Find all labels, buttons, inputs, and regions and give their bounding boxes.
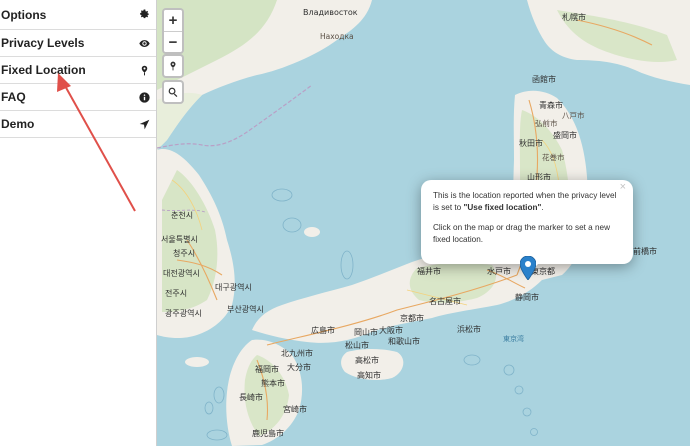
- map-label-city: 大阪市: [379, 326, 403, 335]
- map-label-city: Находка: [320, 32, 354, 41]
- map-label-city: 前橋市: [633, 247, 657, 256]
- eye-icon: [138, 37, 150, 49]
- map-label-city: 대구광역시: [215, 283, 252, 292]
- map-label-city: 大分市: [287, 363, 311, 372]
- menu-item-label: Privacy Levels: [1, 36, 85, 50]
- map-label-city: 대전광역시: [163, 269, 200, 278]
- map-label-city: 鹿児島市: [252, 429, 284, 438]
- map-label-city: 춘천시: [171, 211, 194, 220]
- menu-item-label: Options: [1, 7, 47, 22]
- map-label-city: 서울특별시: [161, 235, 198, 244]
- map-label-city: 青森市: [539, 101, 563, 110]
- map-view[interactable]: Владивосток Находка 札幌市 函館市 青森市 弘前市 八戸市 …: [157, 0, 690, 446]
- map-label-city: 八戸市: [562, 111, 585, 120]
- map-label-city: 광주광역시: [165, 309, 202, 318]
- zoom-in-button[interactable]: +: [164, 10, 182, 31]
- zoom-control: + −: [162, 8, 184, 54]
- menu-item-fixed-location[interactable]: Fixed Location: [0, 57, 156, 84]
- menu-item-label: Demo: [1, 117, 35, 131]
- map-label-city: 花巻市: [542, 153, 565, 162]
- map-label-city: 名古屋市: [429, 297, 461, 306]
- map-label-city: 熊本市: [261, 379, 285, 388]
- map-label-city: 函館市: [532, 75, 556, 84]
- menu-item-demo[interactable]: Demo: [0, 111, 156, 138]
- map-label-city: 岡山市: [354, 328, 378, 337]
- map-label-city: 浜松市: [457, 325, 481, 334]
- map-label-city: 北九州市: [281, 349, 313, 358]
- fixed-location-popup: × This is the location reported when the…: [421, 180, 633, 264]
- map-label-city: 和歌山市: [388, 337, 420, 346]
- search-button[interactable]: [162, 80, 184, 104]
- map-pin-icon: [170, 61, 176, 71]
- menu-item-options[interactable]: Options: [0, 0, 156, 30]
- sidebar-menu: Options Privacy Levels Fixed Location FA…: [0, 0, 157, 446]
- map-label-water: 東京湾: [503, 335, 524, 343]
- map-label-city: 長崎市: [239, 393, 263, 402]
- map-label-city: 札幌市: [562, 13, 586, 22]
- map-pin-icon: [138, 64, 150, 76]
- map-label-city: 전주시: [165, 289, 188, 298]
- map-label-city: Владивосток: [303, 8, 358, 17]
- info-icon: [138, 91, 150, 103]
- map-label-city: 高松市: [355, 356, 379, 365]
- location-arrow-icon: [138, 118, 150, 130]
- popup-text-privacy: This is the location reported when the p…: [433, 191, 617, 212]
- locate-button[interactable]: [162, 54, 184, 78]
- map-label-city: 청주시: [173, 249, 196, 258]
- map-label-city: 京都市: [400, 314, 424, 323]
- gear-icon: [138, 9, 150, 21]
- map-label-city: 福井市: [417, 267, 441, 276]
- map-label-city: 松山市: [345, 341, 369, 350]
- map-label-city: 弘前市: [535, 119, 558, 128]
- map-label-city: 高知市: [357, 371, 381, 380]
- map-label-city: 静岡市: [515, 293, 539, 302]
- map-label-city: 広島市: [311, 326, 335, 335]
- map-label-city: 秋田市: [519, 139, 543, 148]
- zoom-out-button[interactable]: −: [164, 31, 182, 52]
- map-label-city: 水戸市: [487, 267, 511, 276]
- map-label-city: 福岡市: [255, 365, 279, 374]
- fixed-location-marker[interactable]: [520, 256, 536, 280]
- menu-item-faq[interactable]: FAQ: [0, 84, 156, 111]
- map-label-city: 盛岡市: [553, 131, 577, 140]
- popup-text-instructions: Click on the map or drag the marker to s…: [433, 223, 611, 244]
- search-icon: [168, 87, 178, 97]
- popup-close-button[interactable]: ×: [620, 181, 626, 194]
- map-label-city: 宮崎市: [283, 405, 307, 414]
- map-label-city: 부산광역시: [227, 305, 264, 314]
- menu-item-label: FAQ: [1, 90, 26, 104]
- menu-item-label: Fixed Location: [1, 63, 86, 77]
- menu-item-privacy-levels[interactable]: Privacy Levels: [0, 30, 156, 57]
